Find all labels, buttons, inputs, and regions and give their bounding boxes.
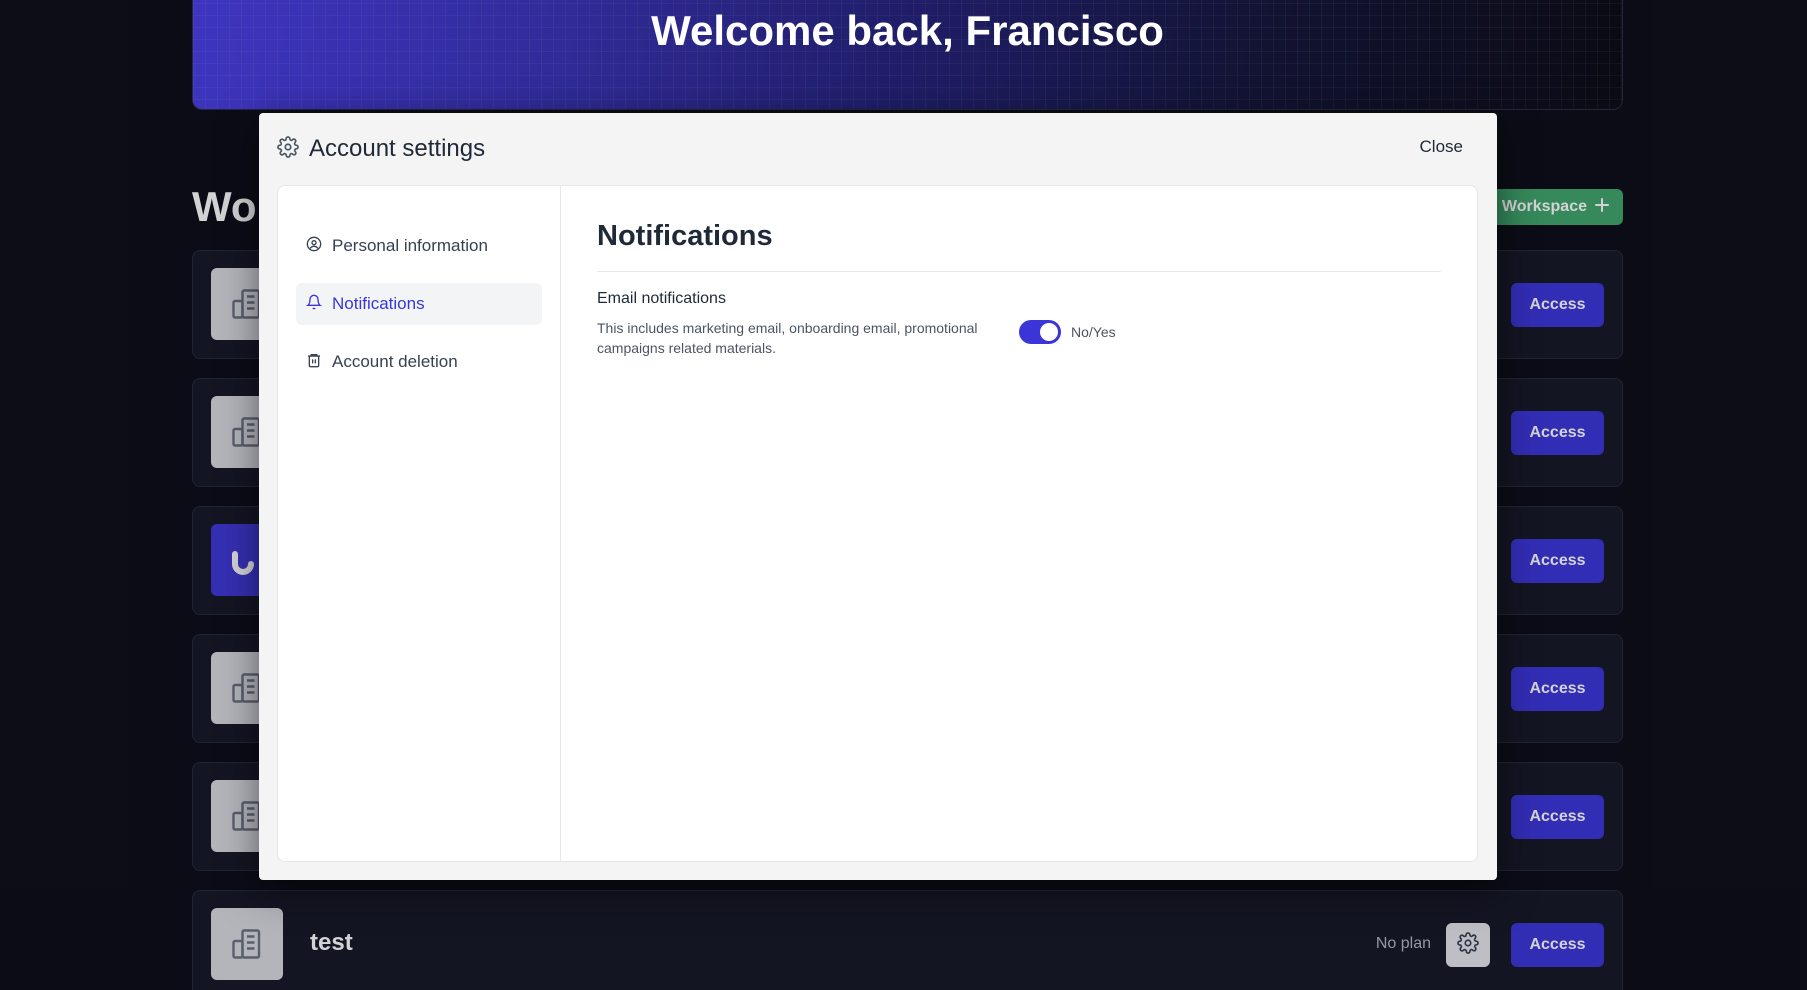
settings-sidebar: Personal information Notifications Accou…	[278, 186, 561, 861]
setting-description: This includes marketing email, onboardin…	[597, 320, 978, 356]
sidebar-item-label: Notifications	[332, 294, 425, 313]
modal-header: Account settings	[277, 135, 485, 163]
email-notifications-setting: Email notifications This includes market…	[597, 290, 1441, 358]
user-circle-icon	[306, 236, 322, 257]
setting-text: Email notifications This includes market…	[597, 290, 1019, 358]
gear-icon	[277, 135, 299, 163]
sidebar-item-label: Account deletion	[332, 352, 458, 371]
account-settings-modal: Account settings Close Personal informat…	[259, 113, 1497, 880]
close-button[interactable]: Close	[1420, 137, 1463, 157]
toggle-knob	[1040, 323, 1058, 341]
bell-icon	[305, 294, 323, 315]
section-title: Notifications	[597, 220, 1441, 272]
toggle-group: No/Yes	[1019, 306, 1116, 358]
modal-body: Personal information Notifications Accou…	[277, 185, 1478, 862]
email-notifications-toggle[interactable]	[1019, 320, 1061, 344]
sidebar-item-label: Personal information	[332, 236, 488, 255]
sidebar-item-personal-information[interactable]: Personal information	[296, 225, 542, 267]
setting-label: Email notifications	[597, 290, 726, 307]
sidebar-item-notifications[interactable]: Notifications	[296, 283, 542, 325]
notifications-panel: Notifications Email notifications This i…	[561, 186, 1477, 861]
welcome-title: Welcome back, Francisco	[651, 7, 1164, 54]
trash-icon	[306, 352, 322, 373]
modal-title: Account settings	[309, 135, 486, 162]
sidebar-item-account-deletion[interactable]: Account deletion	[296, 341, 542, 383]
toggle-label: No/Yes	[1071, 324, 1116, 340]
